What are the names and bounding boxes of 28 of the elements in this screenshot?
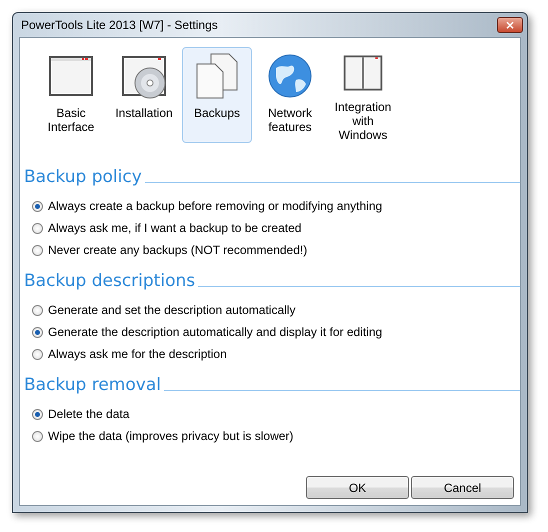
radio-button[interactable] <box>32 222 43 234</box>
radio-button[interactable] <box>32 304 43 316</box>
radio-button[interactable] <box>32 244 43 256</box>
section-heading: Backup removal <box>24 375 161 395</box>
category-tab[interactable]: Backups <box>182 47 252 143</box>
radio-label[interactable]: Delete the data <box>48 407 130 421</box>
radio-label[interactable]: Always ask me for the description <box>48 347 227 361</box>
radio-label[interactable]: Wipe the data (improves privacy but is slower) <box>48 429 294 443</box>
radio-button[interactable] <box>32 200 43 212</box>
radio-label[interactable]: Always ask me, if I want a backup to be created <box>48 221 302 235</box>
radio-button[interactable] <box>32 326 43 338</box>
radio-button[interactable] <box>32 408 43 420</box>
globe-icon <box>266 52 314 100</box>
radio-label[interactable]: Never create any backups (NOT recommended!) <box>48 243 308 257</box>
ok-button[interactable]: OK <box>306 476 409 499</box>
radio-label[interactable]: Generate and set the description automatically <box>48 303 296 317</box>
category-tab[interactable]: Network features <box>255 47 325 143</box>
radio-label[interactable]: Always create a backup before removing or modifying anything <box>48 199 382 213</box>
category-tab[interactable]: Basic Interface <box>36 47 106 143</box>
section-heading: Backup descriptions <box>24 271 196 291</box>
section-heading: Backup policy <box>24 167 142 187</box>
category-tab[interactable]: Integration with Windows <box>328 47 398 143</box>
window-title: PowerTools Lite 2013 [W7] - Settings <box>21 18 218 32</box>
category-tab[interactable]: Installation <box>109 47 179 143</box>
cancel-button[interactable]: Cancel <box>411 476 514 499</box>
radio-button[interactable] <box>32 430 43 442</box>
radio-label[interactable]: Generate the description automatically and display it for editing <box>48 325 382 339</box>
radio-button[interactable] <box>32 348 43 360</box>
